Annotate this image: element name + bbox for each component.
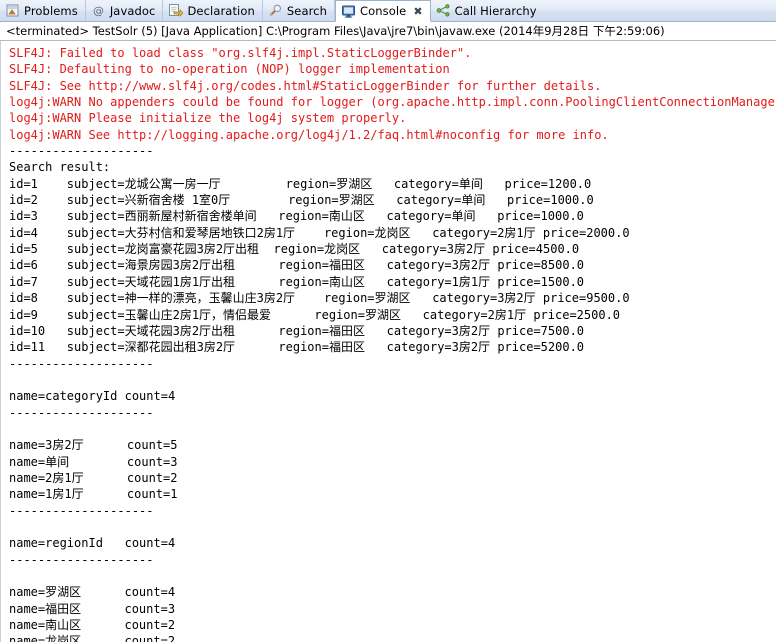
view-tab-bar: Problems @ Javadoc Declaration Search Co…: [0, 0, 776, 22]
console-divider: --------------------: [9, 552, 154, 567]
tab-declaration[interactable]: Declaration: [163, 0, 263, 21]
console-divider: --------------------: [9, 405, 154, 420]
facet-item-row: name=龙岗区 count=2: [9, 634, 176, 642]
tab-javadoc-label: Javadoc: [109, 3, 156, 18]
facet-item-row: name=福田区 count=3: [9, 601, 176, 616]
console-log-line: log4j:WARN See http://logging.apache.org…: [9, 127, 609, 142]
facet-group-header: name=regionId count=4: [9, 536, 176, 551]
search-result-row: id=6 subject=海景房园3房2厅出租 region=福田区 categ…: [9, 258, 585, 273]
facet-item-row: name=南山区 count=2: [9, 618, 176, 633]
search-result-row: id=11 subject=深都花园出租3房2厅 region=福田区 cate…: [9, 340, 585, 355]
search-icon: [268, 3, 283, 18]
search-result-row: id=5 subject=龙岗富豪花园3房2厅出租 region=龙岗区 cat…: [9, 242, 580, 257]
declaration-icon: [168, 3, 184, 18]
search-result-row: id=7 subject=天域花园1房1厅出租 region=南山区 categ…: [9, 274, 585, 289]
console-log-line: SLF4J: Failed to load class "org.slf4j.i…: [9, 46, 472, 60]
javadoc-icon: @: [91, 3, 106, 18]
tab-console-label: Console: [359, 4, 407, 18]
facet-item-row: name=3房2厅 count=5: [9, 438, 178, 453]
tab-javadoc[interactable]: @ Javadoc: [86, 0, 164, 21]
tab-call-hierarchy[interactable]: Call Hierarchy: [431, 0, 544, 21]
problems-icon: [5, 3, 20, 18]
facet-item-row: name=单间 count=3: [9, 454, 178, 469]
console-log-line: SLF4J: Defaulting to no-operation (NOP) …: [9, 62, 450, 77]
tab-declaration-label: Declaration: [187, 3, 255, 18]
svg-text:@: @: [93, 5, 104, 18]
search-result-row: id=9 subject=玉馨山庄2房1厅，情侣最爱 region=罗湖区 ca…: [9, 307, 621, 322]
search-result-header: Search result:: [9, 160, 111, 175]
launch-config-label: <terminated> TestSolr (5) [Java Applicat…: [0, 22, 776, 41]
tab-search-label: Search: [286, 3, 327, 18]
facet-item-row: name=1房1厅 count=1: [9, 487, 178, 502]
search-result-row: id=10 subject=天域花园3房2厅出租 region=福田区 cate…: [9, 323, 585, 338]
console-log-line: log4j:WARN No appenders could be found f…: [9, 95, 776, 110]
console-log-line: log4j:WARN Please initialize the log4j s…: [9, 111, 407, 126]
tab-console[interactable]: Console ✖: [334, 0, 431, 22]
call-hierarchy-icon: [436, 3, 451, 18]
search-result-row: id=2 subject=兴新宿舍楼 1室0厅 region=罗湖区 categ…: [9, 193, 594, 208]
console-divider: --------------------: [9, 144, 154, 159]
console-icon: [341, 4, 356, 19]
facet-item-row: name=罗湖区 count=4: [9, 585, 176, 600]
search-result-row: id=3 subject=西丽新屋村新宿舍楼单间 region=南山区 cate…: [9, 209, 584, 224]
console-divider: --------------------: [9, 503, 154, 518]
search-result-row: id=8 subject=神一样的漂亮，玉馨山庄3房2厅 region=罗湖区 …: [9, 291, 630, 306]
console-output[interactable]: SLF4J: Failed to load class "org.slf4j.i…: [0, 41, 776, 642]
search-result-row: id=4 subject=大芬村信和爱琴居地铁口2房1厅 region=龙岗区 …: [9, 225, 630, 240]
tab-problems[interactable]: Problems: [0, 0, 86, 21]
facet-item-row: name=2房1厅 count=2: [9, 470, 178, 485]
tab-call-hierarchy-label: Call Hierarchy: [454, 3, 537, 18]
console-log-line: SLF4J: See http://www.slf4j.org/codes.ht…: [9, 78, 602, 93]
console-divider: --------------------: [9, 356, 154, 371]
search-result-row: id=1 subject=龙城公寓一房一厅 region=罗湖区 categor…: [9, 176, 592, 191]
tab-problems-label: Problems: [24, 3, 78, 18]
tab-search[interactable]: Search: [263, 0, 335, 21]
facet-group-header: name=categoryId count=4: [9, 389, 176, 404]
close-icon[interactable]: ✖: [413, 6, 422, 17]
